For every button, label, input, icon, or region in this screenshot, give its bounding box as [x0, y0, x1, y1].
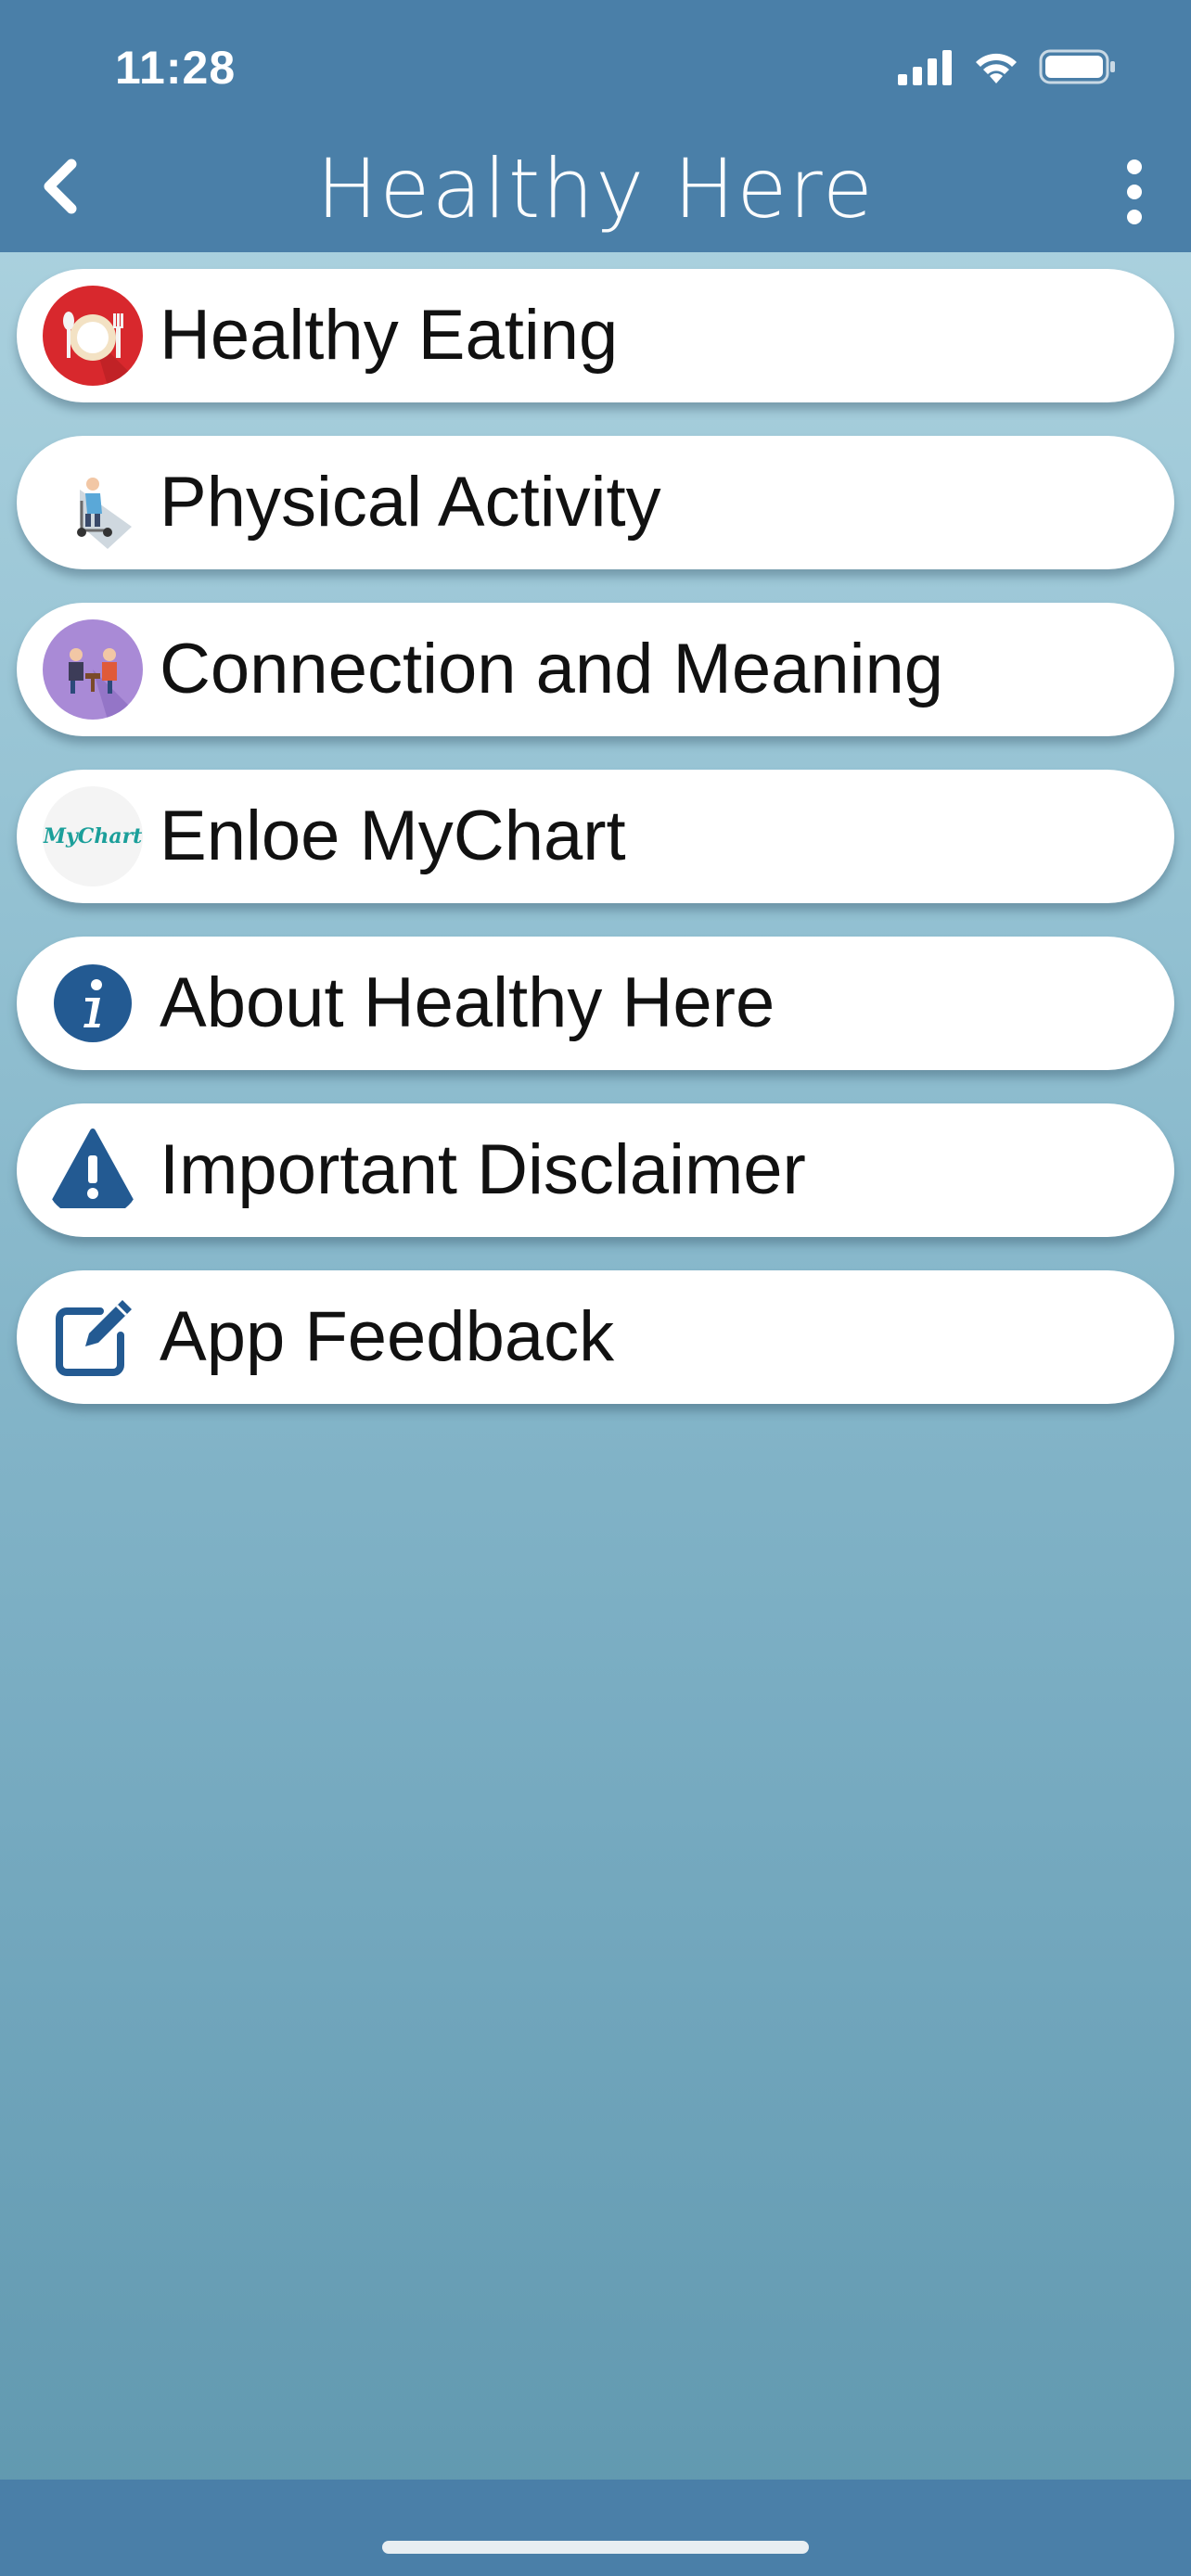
menu-item-label: Healthy Eating [160, 296, 619, 375]
main-menu: Healthy Eating Physical Activity Connect… [17, 269, 1174, 1437]
wifi-icon [972, 48, 1020, 90]
menu-item-label: Connection and Meaning [160, 630, 944, 708]
page-title: Healthy Here [316, 141, 875, 236]
edit-square-icon [43, 1287, 143, 1387]
menu-item-label: Important Disclaimer [160, 1130, 806, 1209]
app-header: 11:28 Healthy Here [0, 0, 1191, 252]
warning-triangle-icon [43, 1120, 143, 1220]
menu-item-physical-activity[interactable]: Physical Activity [17, 436, 1174, 569]
menu-item-label: About Healthy Here [160, 963, 775, 1042]
cellular-signal-icon [898, 48, 954, 90]
menu-item-important-disclaimer[interactable]: Important Disclaimer [17, 1103, 1174, 1237]
mychart-logo-icon: MyChart [43, 786, 143, 886]
more-vertical-icon-dot [1127, 210, 1142, 224]
status-time: 11:28 [115, 42, 237, 94]
home-indicator[interactable] [382, 2541, 809, 2554]
plate-utensils-icon [43, 286, 143, 386]
menu-item-enloe-mychart[interactable]: MyChart Enloe MyChart [17, 770, 1174, 903]
battery-icon [1039, 48, 1117, 90]
menu-item-connection-and-meaning[interactable]: Connection and Meaning [17, 603, 1174, 736]
menu-item-label: Physical Activity [160, 463, 661, 542]
more-options-button[interactable] [1111, 159, 1158, 224]
menu-item-label: Enloe MyChart [160, 797, 626, 875]
more-vertical-icon-dot [1127, 185, 1142, 199]
menu-item-healthy-eating[interactable]: Healthy Eating [17, 269, 1174, 402]
more-vertical-icon-dot [1127, 159, 1142, 174]
status-icons [898, 46, 1117, 91]
home-bar-area [0, 2480, 1191, 2576]
info-circle-icon [43, 953, 143, 1053]
menu-item-app-feedback[interactable]: App Feedback [17, 1270, 1174, 1404]
menu-item-about-healthy-here[interactable]: About Healthy Here [17, 937, 1174, 1070]
scooter-person-icon [43, 453, 143, 553]
people-talking-icon [43, 619, 143, 720]
mychart-logo-text: MyChart [43, 824, 143, 848]
menu-item-label: App Feedback [160, 1297, 615, 1376]
